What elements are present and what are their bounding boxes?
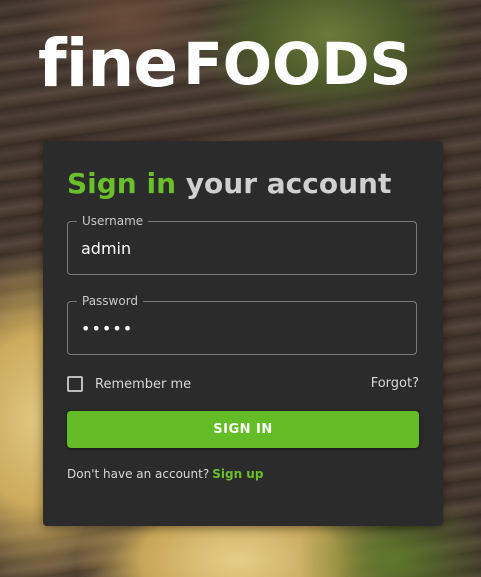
- password-input[interactable]: •••••: [81, 302, 133, 354]
- no-account-text: Don't have an account?: [67, 467, 210, 481]
- page-title: Sign in your account: [67, 166, 391, 202]
- password-field[interactable]: Password •••••: [67, 293, 417, 355]
- forgot-password-link[interactable]: Forgot?: [371, 376, 419, 392]
- checkbox-icon[interactable]: [67, 376, 83, 392]
- sign-in-button[interactable]: SIGN IN: [67, 411, 419, 448]
- finefoods-logo: fine FOODS: [38, 26, 448, 102]
- logo-text-foods: FOODS: [183, 30, 412, 98]
- title-highlight: Sign in: [67, 167, 177, 200]
- sign-up-link[interactable]: Sign up: [212, 467, 263, 481]
- username-field[interactable]: Username admin: [67, 213, 417, 275]
- remember-me-label: Remember me: [95, 376, 192, 392]
- remember-me-checkbox[interactable]: Remember me: [67, 376, 191, 392]
- title-rest: your account: [185, 167, 392, 200]
- username-input[interactable]: admin: [81, 222, 131, 274]
- login-card: Sign in your account Username admin Pass…: [43, 141, 443, 526]
- logo-text-fine: fine: [38, 25, 178, 102]
- signup-row: Don't have an account? Sign up: [67, 467, 263, 481]
